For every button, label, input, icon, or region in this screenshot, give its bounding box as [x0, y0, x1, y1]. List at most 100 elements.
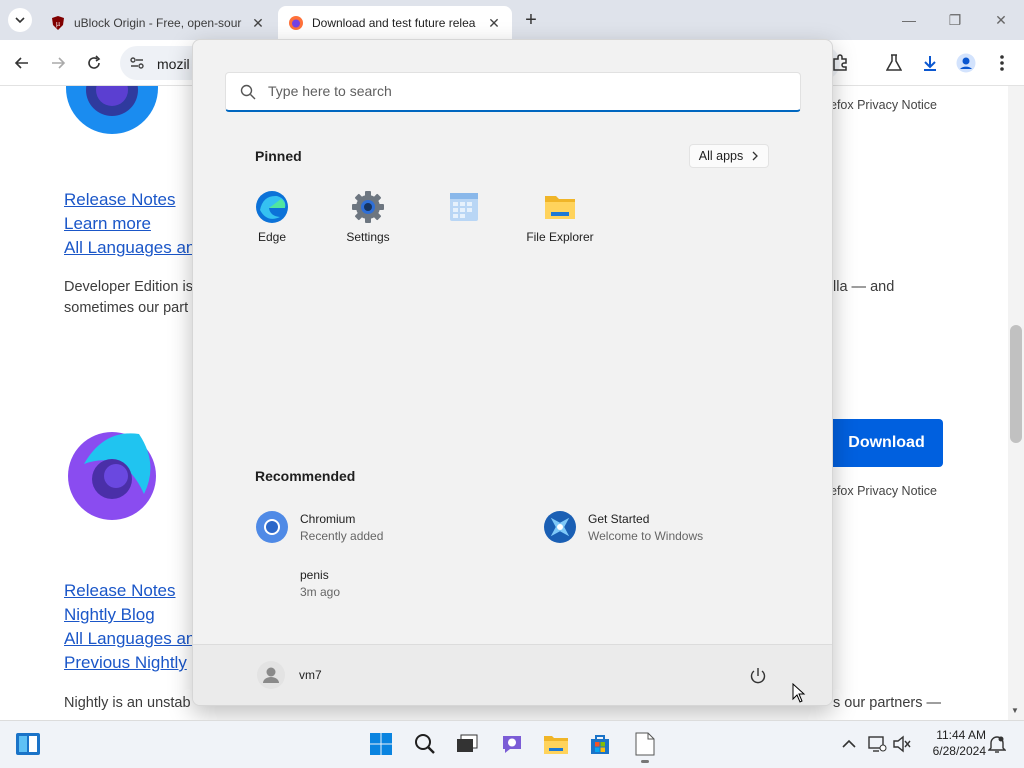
scrollbar-thumb[interactable] — [1010, 325, 1022, 443]
new-tab-button[interactable]: + — [520, 8, 542, 32]
recommended-heading: Recommended — [255, 468, 356, 484]
reload-button[interactable] — [81, 50, 107, 76]
pinned-app-calendar[interactable] — [416, 190, 512, 260]
chromium-icon — [256, 511, 288, 543]
all-languages-link[interactable]: All Languages an — [64, 627, 195, 651]
tab-ublock[interactable]: µ uBlock Origin - Free, open-sour ✕ — [40, 6, 276, 40]
developer-edition-description: Developer Edition is sometimes our part — [64, 277, 193, 319]
widgets-button[interactable] — [13, 729, 43, 759]
nightly-description: Nightly is an unstab — [64, 695, 191, 711]
show-hidden-icons-button[interactable] — [834, 729, 864, 759]
clock-date: 6/28/2024 — [932, 744, 986, 758]
flask-icon — [886, 54, 902, 71]
taskbar-notepad[interactable] — [630, 729, 660, 759]
pinned-app-label: Edge — [257, 230, 287, 244]
user-account-button[interactable]: vm7 — [257, 661, 322, 689]
user-name: vm7 — [299, 668, 322, 682]
forward-button[interactable] — [45, 50, 71, 76]
ublock-origin-icon: µ — [52, 16, 64, 30]
close-window-button[interactable]: ✕ — [989, 8, 1013, 32]
download-button[interactable]: Download — [830, 419, 943, 467]
taskbar-clock[interactable]: 11:44 AM 6/28/2024 — [916, 727, 986, 759]
downloads-button[interactable] — [917, 50, 943, 76]
nightly-logo — [64, 424, 160, 520]
pinned-app-file-explorer[interactable]: File Explorer — [512, 190, 608, 260]
pinned-app-label: File Explorer — [526, 230, 594, 244]
store-icon — [591, 735, 609, 754]
maximize-button[interactable]: ❐ — [943, 8, 967, 32]
firefox-icon — [289, 16, 303, 30]
learn-more-link[interactable]: Learn more — [64, 212, 195, 236]
calendar-icon — [450, 193, 478, 221]
nightly-blog-link[interactable]: Nightly Blog — [64, 603, 195, 627]
recommended-subtitle: Recently added — [300, 528, 384, 543]
labs-button[interactable] — [881, 50, 907, 76]
all-languages-link[interactable]: All Languages an — [64, 236, 195, 260]
start-menu: Pinned All apps Edge Settings File Explo… — [192, 39, 833, 706]
tab-close-icon[interactable]: ✕ — [250, 15, 266, 32]
privacy-notice-text[interactable]: efox Privacy Notice — [830, 484, 937, 498]
download-icon — [924, 56, 936, 71]
search-icon — [240, 84, 256, 100]
windows-logo-icon — [370, 733, 392, 755]
blank-file-icon — [255, 566, 289, 600]
description-line: Developer Edition is — [64, 279, 193, 295]
recommended-title: penis — [300, 567, 329, 582]
mouse-cursor-icon — [792, 683, 806, 703]
tab-firefox-download[interactable]: Download and test future relea ✕ — [278, 6, 512, 40]
tab-search-button[interactable] — [8, 8, 32, 32]
widgets-icon — [16, 733, 40, 755]
teams-chat-button[interactable] — [497, 729, 527, 759]
taskbar-file-explorer[interactable] — [541, 729, 571, 759]
browser-menu-button[interactable] — [989, 50, 1015, 76]
start-search-input[interactable] — [268, 73, 768, 109]
previous-nightly-link[interactable]: Previous Nightly — [64, 651, 195, 675]
user-avatar-icon — [257, 661, 285, 689]
start-search-box[interactable] — [225, 72, 801, 112]
pinned-heading: Pinned — [255, 148, 302, 164]
arrow-right-icon — [52, 57, 66, 69]
recommended-item-file[interactable]: penis 3m ago — [255, 562, 340, 604]
clock-time: 11:44 AM — [936, 728, 986, 742]
task-view-button[interactable] — [452, 729, 482, 759]
power-icon — [750, 668, 766, 684]
recommended-title: Get Started — [588, 511, 650, 526]
power-button[interactable] — [749, 667, 771, 689]
pinned-app-settings[interactable]: Settings — [320, 190, 416, 260]
description-fragment-right: lla — and — [833, 279, 895, 295]
recommended-item-get-started[interactable]: Get Started Welcome to Windows — [543, 506, 703, 548]
taskbar-search-button[interactable] — [410, 729, 440, 759]
recommended-title: Chromium — [300, 511, 356, 526]
privacy-notice-text[interactable]: efox Privacy Notice — [830, 98, 937, 112]
search-icon — [415, 734, 435, 754]
microsoft-store-button[interactable] — [585, 729, 615, 759]
tab-title: Download and test future relea — [312, 16, 476, 30]
minimize-button[interactable]: — — [897, 8, 921, 32]
svg-text:µ: µ — [56, 21, 60, 28]
network-monitor-icon — [868, 736, 887, 752]
profile-button[interactable] — [953, 50, 979, 76]
recommended-item-chromium[interactable]: Chromium Recently added — [255, 506, 383, 548]
developer-edition-logo — [64, 86, 160, 136]
site-info-icon[interactable] — [128, 54, 146, 72]
speaker-muted-icon — [893, 735, 911, 753]
file-explorer-icon — [544, 736, 568, 754]
chat-icon — [503, 736, 521, 753]
pinned-app-edge[interactable]: Edge — [224, 190, 320, 260]
start-button[interactable] — [366, 729, 396, 759]
description-line: sometimes our part — [64, 300, 189, 316]
scroll-down-arrow-icon[interactable]: ▼ — [1011, 706, 1019, 715]
back-button[interactable] — [9, 50, 35, 76]
arrow-left-icon — [14, 57, 28, 69]
all-apps-button[interactable]: All apps — [689, 144, 769, 168]
tab-close-icon[interactable]: ✕ — [486, 15, 502, 32]
address-text: mozil — [157, 56, 190, 72]
volume-button[interactable] — [887, 729, 917, 759]
notifications-button[interactable] — [982, 729, 1012, 759]
running-indicator — [641, 760, 649, 763]
recommended-subtitle: 3m ago — [300, 584, 341, 599]
document-icon — [635, 732, 655, 756]
release-notes-link[interactable]: Release Notes — [64, 579, 195, 603]
chevron-down-icon — [15, 17, 25, 24]
release-notes-link[interactable]: Release Notes — [64, 188, 195, 212]
